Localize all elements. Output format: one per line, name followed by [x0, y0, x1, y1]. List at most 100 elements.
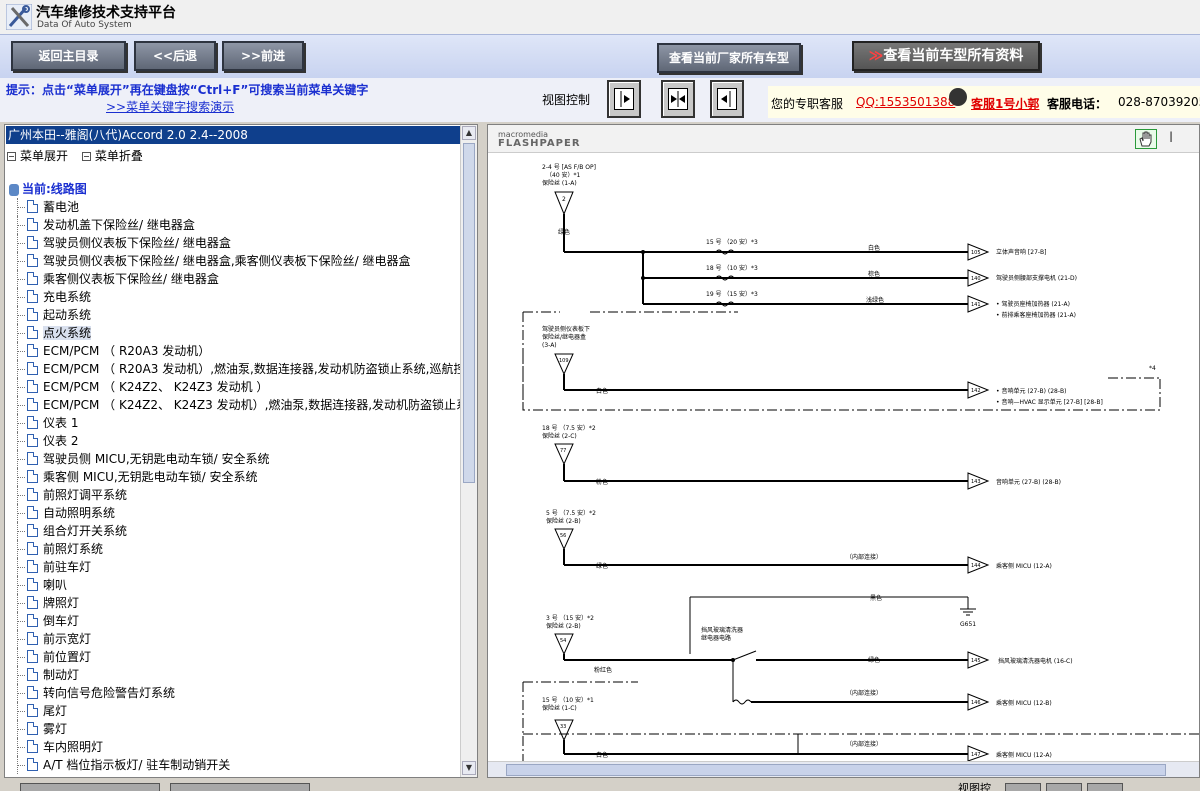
document-icon — [27, 722, 38, 735]
back-to-main-menu-button[interactable]: 返回主目录 — [11, 41, 126, 71]
tree-item[interactable]: 蓄电池 — [13, 198, 463, 216]
tree-item[interactable]: 仪表 2 — [13, 432, 463, 450]
tree-item[interactable]: 前照灯调平系统 — [13, 486, 463, 504]
service-label: 您的专职客服 — [771, 97, 844, 111]
collapse-menu-label: 菜单折叠 — [94, 149, 143, 163]
logo-brand-text: FLASHPAPER — [498, 138, 581, 149]
document-icon — [27, 632, 38, 645]
tree-item[interactable]: ECM/PCM （ R20A3 发动机）,燃油泵,数据连接器,发动机防盗锁止系统… — [13, 360, 463, 378]
tree-item[interactable]: 车内照明灯 — [13, 738, 463, 756]
tree-item[interactable]: ECM/PCM （ K24Z2、 K24Z3 发动机）,燃油泵,数据连接器,发动… — [13, 396, 463, 414]
box-label-a: 驾驶员侧仪表板下 — [542, 325, 590, 333]
flashpaper-logo: macromedia FLASHPAPER — [498, 130, 581, 149]
pin-140: 140 — [971, 276, 981, 282]
view-all-documents-button[interactable]: ≫查看当前车型所有资料 — [852, 41, 1040, 71]
split-arrows-icon — [668, 88, 688, 110]
h-scrollbar-thumb[interactable] — [506, 764, 1166, 776]
fuse5-label-b: 保险丝 (2-B) — [546, 517, 581, 525]
bottom-view-control-label: 视图控 — [958, 782, 991, 791]
vertical-scrollbar[interactable]: ▲ ▼ — [460, 125, 477, 777]
tree-item-label: 驾驶员侧仪表板下保险丝/ 继电器盒,乘客侧仪表板下保险丝/ 继电器盒 — [43, 254, 411, 268]
fuse15-label: 15 号 （20 安）*3 — [706, 238, 758, 246]
tree-item[interactable]: 前示宽灯 — [13, 630, 463, 648]
tree-item[interactable]: 充电系统 — [13, 288, 463, 306]
tree-item[interactable]: 前照灯系统 — [13, 540, 463, 558]
dest-146: 乘客侧 MICU (12-B) — [996, 699, 1052, 707]
tree-item[interactable]: A/T 档位指示板灯/ 驻车制动销开关 — [13, 756, 463, 774]
app-subtitle: Data Of Auto System — [37, 20, 132, 30]
view-control-label: 视图控制 — [542, 93, 591, 107]
tree-item[interactable]: 前驻车灯 — [13, 558, 463, 576]
scroll-up-icon[interactable]: ▲ — [462, 126, 476, 140]
tree-item[interactable]: 自动照明系统 — [13, 504, 463, 522]
tree-item[interactable]: 驾驶员侧 MICU,无钥匙电动车锁/ 安全系统 — [13, 450, 463, 468]
tree-item[interactable]: 点火系统 — [13, 324, 463, 342]
tree-item[interactable]: 倒车灯 — [13, 612, 463, 630]
navigation-toolbar: 返回主目录 <<后退 >>前进 查看当前厂家所有车型 ≫查看当前车型所有资料 — [0, 34, 1200, 78]
tree-item[interactable]: 乘客侧仪表板下保险丝/ 继电器盒 — [13, 270, 463, 288]
scroll-down-icon[interactable]: ▼ — [462, 761, 476, 775]
tree-item[interactable]: 起动系统 — [13, 306, 463, 324]
service-qq-link[interactable]: QQ:1553501388 — [856, 95, 955, 109]
expand-menu-button[interactable]: 菜单展开 — [7, 149, 68, 163]
tree-item-label: 雾灯 — [43, 722, 68, 736]
tree-item[interactable]: ECM/PCM （ R20A3 发动机） — [13, 342, 463, 360]
scrollbar-thumb[interactable] — [463, 143, 475, 483]
back-button[interactable]: <<后退 — [134, 41, 216, 71]
tree-item[interactable]: 驾驶员侧仪表板下保险丝/ 继电器盒 — [13, 234, 463, 252]
document-icon — [27, 614, 38, 627]
note-4: *4 — [1149, 365, 1156, 372]
hand-tool-icon[interactable] — [1135, 129, 1157, 149]
text-select-tool-icon[interactable]: I — [1169, 130, 1173, 146]
tree-item[interactable]: 仪表 1 — [13, 414, 463, 432]
tree-root-label: 当前:线路图 — [22, 182, 87, 196]
bottom-view-button-2[interactable] — [1046, 783, 1082, 791]
search-demo-link[interactable]: >>菜单关键字搜索演示 — [106, 98, 234, 115]
tree-item[interactable]: 雾灯 — [13, 720, 463, 738]
document-icon — [27, 740, 38, 753]
tree-item[interactable]: 发动机盖下保险丝/ 继电器盒 — [13, 216, 463, 234]
bottom-button-1[interactable] — [20, 783, 160, 791]
bottom-view-button-1[interactable] — [1005, 783, 1041, 791]
document-icon — [27, 560, 38, 573]
bottom-view-button-3[interactable] — [1087, 783, 1123, 791]
horizontal-scrollbar[interactable] — [488, 761, 1199, 777]
tree-item[interactable]: 牌照灯 — [13, 594, 463, 612]
tree-item[interactable]: 前位置灯 — [13, 648, 463, 666]
document-icon — [27, 452, 38, 465]
tree-item[interactable]: 尾灯 — [13, 702, 463, 720]
tree-item[interactable]: 驾驶员侧仪表板下保险丝/ 继电器盒,乘客侧仪表板下保险丝/ 继电器盒 — [13, 252, 463, 270]
pane-splitter[interactable] — [480, 124, 486, 778]
tree-root[interactable]: 当前:线路图 — [9, 180, 87, 197]
double-arrow-icon: ≫ — [868, 48, 884, 64]
fuse18b-label-a: 18 号 （7.5 安）*2 — [542, 424, 596, 432]
tree-item[interactable]: 制动灯 — [13, 666, 463, 684]
service-agent-link[interactable]: 客服1号小郭 — [971, 95, 1039, 112]
fuse1-label-b: （40 安）*1 — [546, 171, 581, 179]
tree-item-label: 前照灯调平系统 — [43, 488, 128, 502]
tree-item-label: 点火系统 — [43, 326, 92, 340]
internal-connection-1: （内部连接） — [846, 553, 882, 561]
tree-item-label: 制动灯 — [43, 668, 80, 682]
document-icon — [27, 578, 38, 591]
pin-145: 145 — [971, 658, 981, 664]
view-all-models-button[interactable]: 查看当前厂家所有车型 — [657, 43, 801, 73]
dest-142a: • 音响单元 (27-B) (28-B) — [996, 387, 1066, 395]
view-left-pane-button[interactable] — [607, 80, 641, 118]
document-icon — [27, 686, 38, 699]
view-split-button[interactable] — [661, 80, 695, 118]
collapse-menu-button[interactable]: 菜单折叠 — [81, 149, 143, 163]
forward-button[interactable]: >>前进 — [222, 41, 304, 71]
document-icon — [27, 758, 38, 771]
tree-item[interactable]: 转向信号危险警告灯系统 — [13, 684, 463, 702]
tree-item-label: ECM/PCM （ K24Z2、 K24Z3 发动机 ） — [43, 380, 269, 394]
fuse1-label-a: 2-4 号 [AS F/B OP] — [542, 164, 596, 171]
document-icon — [27, 416, 38, 429]
qq-penguin-icon[interactable] — [949, 88, 967, 106]
tree-item[interactable]: 喇叭 — [13, 576, 463, 594]
tree-item[interactable]: 组合灯开关系统 — [13, 522, 463, 540]
view-right-pane-button[interactable] — [710, 80, 744, 118]
bottom-button-2[interactable] — [170, 783, 310, 791]
tree-item[interactable]: 乘客侧 MICU,无钥匙电动车锁/ 安全系统 — [13, 468, 463, 486]
tree-item[interactable]: ECM/PCM （ K24Z2、 K24Z3 发动机 ） — [13, 378, 463, 396]
